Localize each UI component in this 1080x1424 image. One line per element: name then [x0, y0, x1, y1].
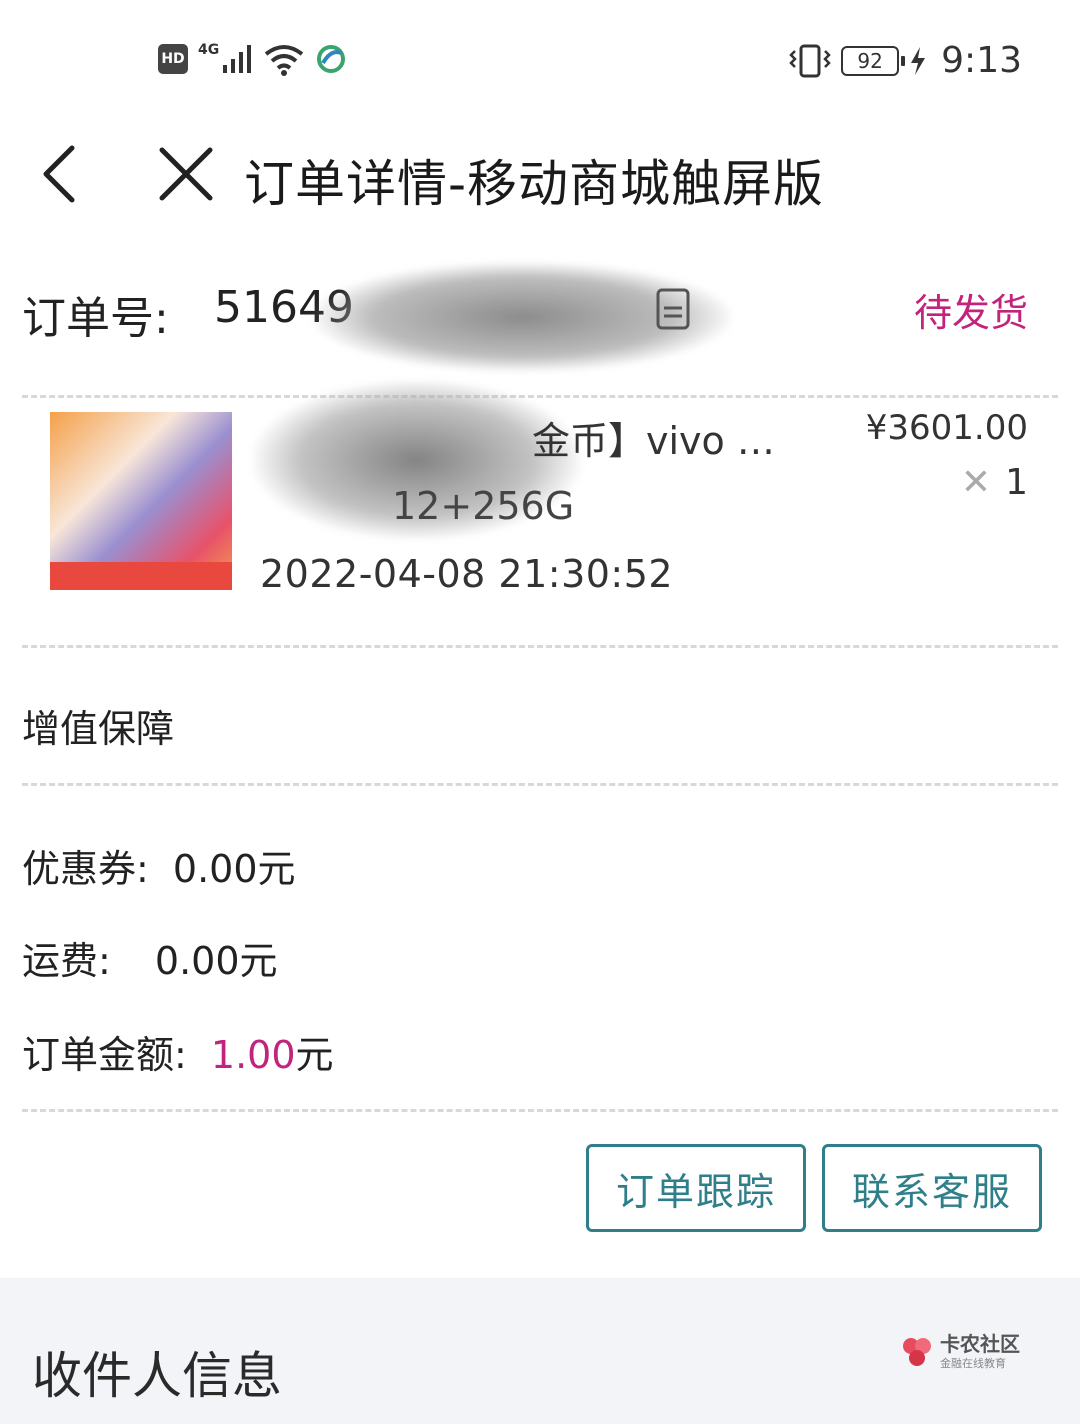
shipping-row: 运费: 0.00元: [22, 930, 278, 985]
divider: [22, 1109, 1058, 1112]
product-item[interactable]: 金币】vivo … 12+256G 2022-04-08 21:30:52 ¥3…: [22, 380, 1058, 640]
battery-indicator: 92: [841, 45, 906, 76]
clock: 9:13: [941, 40, 1022, 81]
copy-icon[interactable]: [652, 286, 702, 336]
status-right: 92 9:13: [789, 40, 1022, 81]
status-left: HD 4G: [158, 42, 347, 76]
quantity-value: 1: [1005, 462, 1028, 503]
coupon-row: 优惠券: 0.00元: [22, 838, 296, 893]
carrier-icon: [317, 45, 346, 73]
receiver-title: 收件人信息: [32, 1347, 282, 1405]
order-amount-unit: 元: [295, 1033, 334, 1077]
value-added-service[interactable]: 增值保障: [22, 698, 174, 753]
order-amount-label: 订单金额:: [22, 1033, 187, 1077]
product-price: ¥3601.00: [865, 408, 1028, 448]
product-name: 金币】vivo …: [532, 419, 775, 463]
header-bar: 订单详情-移动商城触屏版: [0, 120, 1080, 230]
contact-service-button[interactable]: 联系客服: [822, 1144, 1042, 1232]
charging-icon: [911, 46, 926, 75]
wifi-icon: [265, 45, 304, 76]
watermark-main-text: 卡农社区: [940, 1332, 1020, 1356]
product-spec: 12+256G: [392, 484, 575, 528]
shipping-value: 0.00元: [154, 939, 278, 983]
coupon-value: 0.00元: [172, 847, 296, 891]
watermark-sub-text: 金融在线教育: [940, 1357, 1006, 1370]
vibrate-icon: [789, 44, 831, 77]
divider: [22, 783, 1058, 786]
order-status-badge: 待发货: [913, 291, 1028, 335]
coupon-label: 优惠券:: [22, 847, 149, 891]
order-number-label: 订单号:: [22, 293, 169, 344]
page-title: 订单详情-移动商城触屏版: [244, 155, 825, 213]
network-type: 4G: [198, 42, 220, 58]
track-order-button[interactable]: 订单跟踪: [586, 1144, 806, 1232]
order-number-row: 订单号: 51649 待发货: [22, 262, 1058, 372]
receiver-section: 收件人信息 卡农社区 金融在线教育: [0, 1278, 1080, 1424]
back-icon[interactable]: [36, 142, 86, 206]
order-amount-value: 1.00: [210, 1033, 296, 1077]
product-quantity: ✕ 1: [961, 462, 1028, 503]
watermark: 卡农社区 金融在线教育: [900, 1334, 1020, 1369]
divider: [22, 645, 1058, 648]
status-bar: HD 4G 92 9:13: [0, 0, 1080, 120]
product-thumbnail: [50, 412, 232, 590]
shipping-label: 运费:: [22, 939, 111, 983]
order-amount-row: 订单金额: 1.00元: [22, 1024, 334, 1079]
signal-icon: [223, 45, 252, 73]
battery-level: 92: [857, 48, 883, 73]
close-icon[interactable]: [156, 142, 216, 206]
multiply-icon: ✕: [960, 462, 992, 503]
hd-badge: HD: [158, 44, 188, 74]
watermark-logo-icon: [903, 1337, 931, 1366]
order-time: 2022-04-08 21:30:52: [260, 552, 674, 596]
